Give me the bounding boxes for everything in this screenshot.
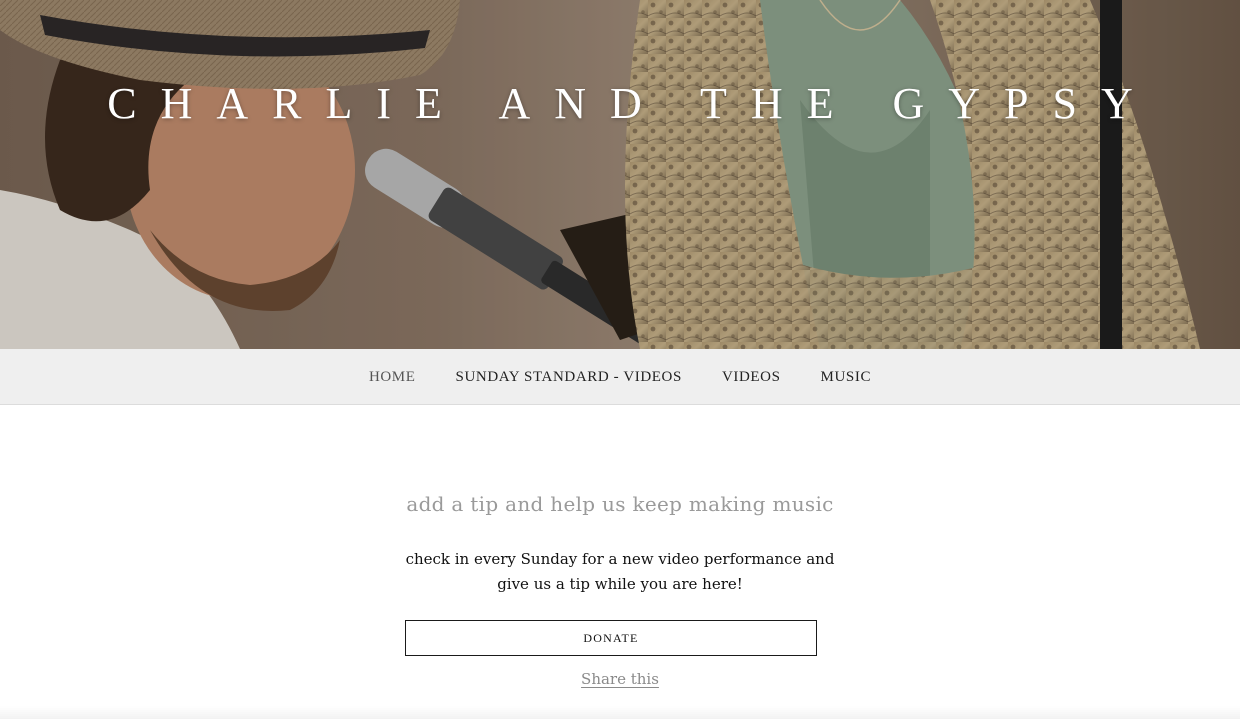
body-line-1: check in every Sunday for a new video pe… [405, 550, 835, 568]
share-this-link[interactable]: Share this [0, 670, 1240, 688]
nav-item-music[interactable]: MUSIC [801, 349, 892, 405]
main-content: add a tip and help us keep making music … [0, 405, 1240, 719]
body-line-2: give us a tip while you are here! [497, 575, 743, 593]
donate-button[interactable]: DONATE [405, 620, 817, 656]
body-paragraph: check in every Sunday for a new video pe… [390, 547, 850, 597]
tagline-heading: add a tip and help us keep making music [406, 492, 834, 516]
bottom-edge-shadow [0, 706, 1240, 719]
nav-item-home[interactable]: HOME [349, 349, 436, 405]
site-title[interactable]: CHARLIE AND THE GYPSY [0, 76, 1240, 132]
hero-banner: CHARLIE AND THE GYPSY [0, 0, 1240, 349]
nav-item-sunday-standard-videos[interactable]: SUNDAY STANDARD - VIDEOS [436, 349, 702, 405]
nav-item-videos[interactable]: VIDEOS [702, 349, 801, 405]
hero-photo [0, 0, 1240, 349]
main-navigation: HOME SUNDAY STANDARD - VIDEOS VIDEOS MUS… [0, 349, 1240, 405]
